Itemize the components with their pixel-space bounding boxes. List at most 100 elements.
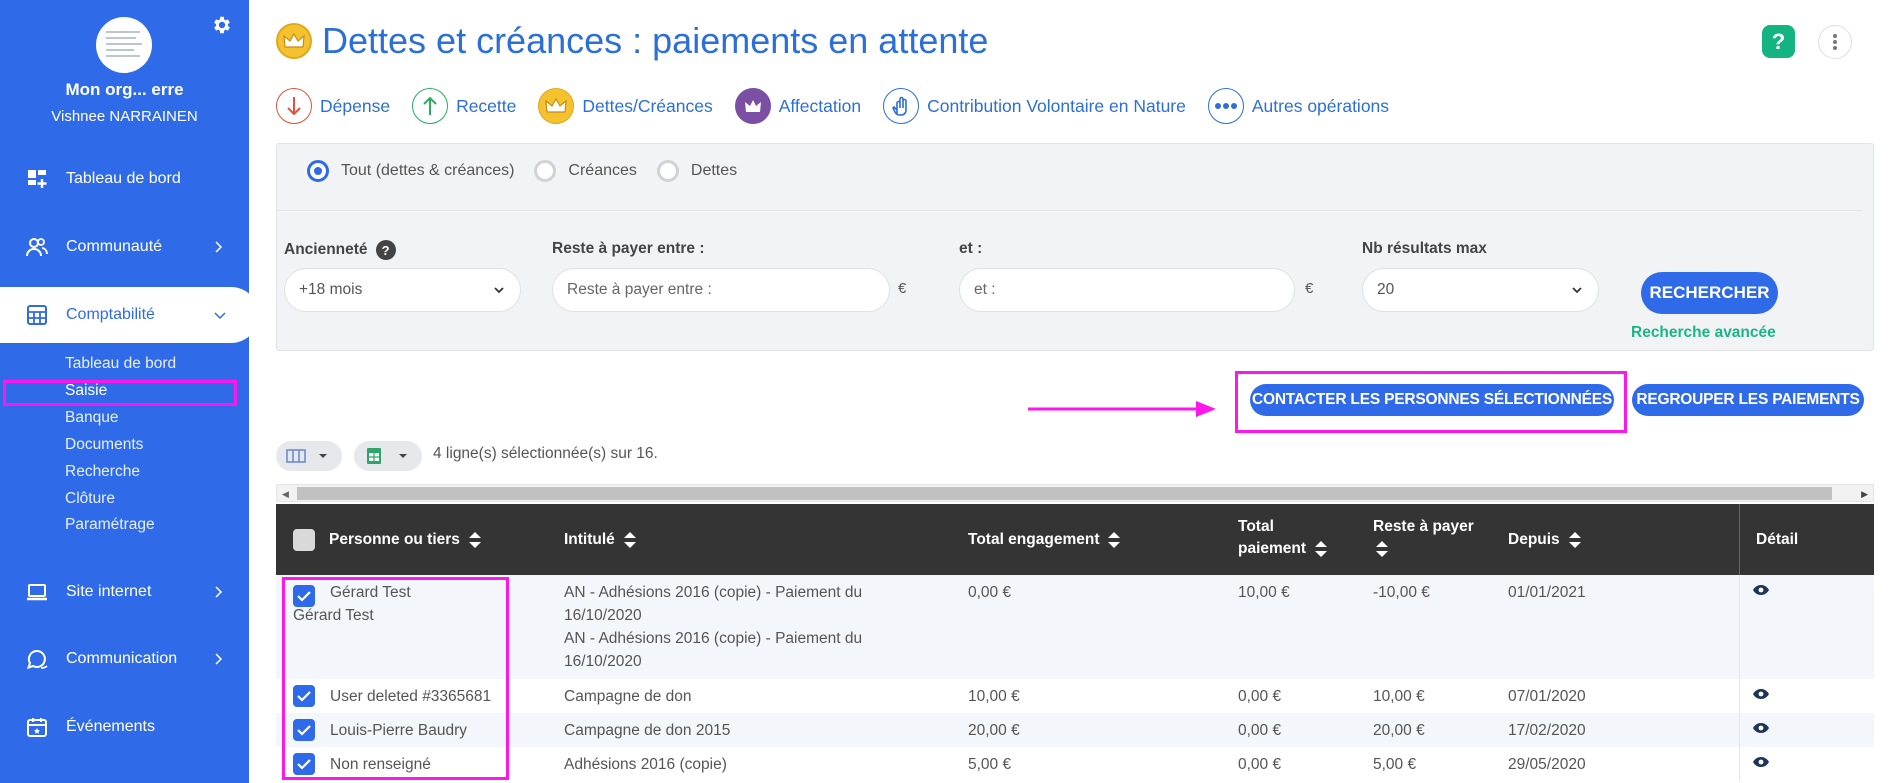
operation-contribution-nature[interactable]: Contribution Volontaire en Nature	[883, 88, 1186, 124]
scroll-right-icon[interactable]: ▶	[1861, 489, 1868, 500]
nav-item-community[interactable]: Communauté	[0, 219, 249, 275]
subnav-parametrage[interactable]: Paramétrage	[65, 516, 155, 534]
radio-label: Dettes	[690, 162, 738, 179]
subnav-documents[interactable]: Documents	[65, 436, 143, 454]
subnav-dashboard[interactable]: Tableau de bord	[65, 355, 176, 373]
column-depuis-label: Depuis	[1508, 530, 1560, 548]
chevron-down-icon	[494, 287, 504, 294]
cell-depuis: 29/05/2020	[1508, 756, 1586, 773]
reste-max-input[interactable]: et :	[959, 268, 1295, 312]
column-detail: Détail	[1756, 530, 1799, 548]
intitule-line: 16/10/2020	[564, 607, 642, 624]
horizontal-scrollbar[interactable]: ◀ ▶	[276, 484, 1874, 502]
nav-item-accounting[interactable]: Comptabilité	[0, 287, 259, 343]
operation-label: Dépense	[320, 95, 391, 116]
calculator-icon	[27, 305, 47, 325]
more-options-button[interactable]	[1818, 25, 1852, 59]
export-button[interactable]	[354, 441, 422, 471]
user-name: Vishnee NARRAINEN	[51, 108, 198, 125]
operation-label: Recette	[456, 95, 517, 116]
table-row[interactable]: Gérard Test Gérard Test AN - Adhésions 2…	[276, 575, 1874, 679]
sort-icon	[1568, 531, 1581, 548]
operation-recette[interactable]: Recette	[412, 88, 516, 124]
eye-icon[interactable]	[1752, 584, 1770, 596]
group-payments-button[interactable]: REGROUPER LES PAIEMENTS	[1632, 384, 1864, 416]
column-total-engagement[interactable]: Total engagement	[968, 504, 1121, 575]
anciennete-select[interactable]: +18 mois	[284, 268, 521, 312]
cell-paiement: 10,00 €	[1238, 584, 1290, 601]
divider	[277, 210, 1862, 211]
search-button[interactable]: RECHERCHER	[1641, 272, 1778, 314]
nav-item-dashboard[interactable]: Tableau de bord	[0, 151, 249, 207]
radio-creances[interactable]	[534, 160, 557, 182]
column-total-paiement[interactable]: Total paiement	[1238, 504, 1328, 575]
operation-label: Contribution Volontaire en Nature	[927, 95, 1186, 116]
nb-results-select[interactable]: 20	[1362, 268, 1599, 312]
column-reste[interactable]: Reste à payer	[1373, 504, 1474, 575]
sort-icon	[1108, 531, 1121, 548]
radio-label: Créances	[568, 162, 637, 179]
subnav-recherche[interactable]: Recherche	[65, 463, 140, 481]
radio-dettes[interactable]	[656, 160, 679, 182]
subnav-cloture[interactable]: Clôture	[65, 490, 115, 508]
scroll-left-icon[interactable]: ◀	[282, 489, 289, 500]
cell-depuis: 01/01/2021	[1508, 584, 1586, 601]
table-row[interactable]: User deleted #3365681 Campagne de don 10…	[276, 679, 1874, 713]
subnav-banque[interactable]: Banque	[65, 409, 118, 427]
vertical-dots-icon	[1833, 34, 1837, 50]
crown-icon	[538, 88, 575, 124]
question-icon[interactable]: ?	[375, 240, 396, 260]
scrollbar-thumb[interactable]	[297, 487, 1832, 500]
column-separator	[1739, 747, 1740, 781]
cell-intitule: AN - Adhésions 2016 (copie) - Paiement d…	[564, 581, 894, 673]
sort-icon	[468, 531, 481, 548]
cell-depuis: 17/02/2020	[1508, 722, 1586, 739]
column-person[interactable]: Personne ou tiers	[293, 504, 482, 575]
nav-label: Communauté	[66, 238, 163, 255]
currency-symbol: €	[1305, 280, 1314, 297]
cell-paiement: 0,00 €	[1238, 756, 1282, 773]
column-paiement-label-line2: paiement	[1238, 540, 1307, 557]
eye-icon[interactable]	[1752, 688, 1770, 700]
nav-item-events[interactable]: Événements	[0, 699, 249, 755]
column-separator	[1739, 575, 1740, 679]
reste-min-input[interactable]: Reste à payer entre :	[552, 268, 890, 312]
advanced-search-link[interactable]: Recherche avancée	[1631, 324, 1776, 342]
chat-icon	[26, 649, 48, 670]
operations-bar: Dépense Recette Dettes/Créances Affectat…	[276, 88, 1411, 124]
cell-reste: -10,00 €	[1373, 584, 1430, 601]
column-separator	[1739, 713, 1740, 747]
table-row[interactable]: Non renseigné Adhésions 2016 (copie) 5,0…	[276, 747, 1874, 781]
cell-paiement: 0,00 €	[1238, 722, 1282, 739]
table-row[interactable]: Louis-Pierre Baudry Campagne de don 2015…	[276, 713, 1874, 747]
sort-icon	[623, 531, 636, 548]
nav-item-communication[interactable]: Communication	[0, 631, 249, 687]
help-button[interactable]: ?	[1762, 25, 1795, 58]
settings-gear-icon[interactable]	[211, 14, 233, 36]
operation-dettes-creances[interactable]: Dettes/Créances	[538, 88, 713, 124]
radio-tout[interactable]	[307, 160, 329, 182]
operation-depense[interactable]: Dépense	[276, 88, 390, 124]
arrow-down-icon	[276, 88, 312, 124]
nav-item-website[interactable]: Site internet	[0, 564, 249, 620]
cell-intitule: Campagne de don 2015	[564, 722, 731, 739]
eye-icon[interactable]	[1752, 722, 1770, 734]
intitule-line: AN - Adhésions 2016 (copie) - Paiement d…	[564, 630, 863, 647]
nav-label: Événements	[66, 718, 155, 735]
operation-autres[interactable]: Autres opérations	[1207, 88, 1389, 124]
select-all-checkbox[interactable]	[293, 528, 315, 551]
table-header: Personne ou tiers Intitulé Total engagem…	[276, 504, 1874, 575]
columns-button[interactable]	[276, 441, 342, 471]
contact-selected-button[interactable]: CONTACTER LES PERSONNES SÉLECTIONNÉES	[1250, 384, 1614, 416]
nav-label: Communication	[66, 650, 178, 667]
column-intitule[interactable]: Intitulé	[564, 504, 637, 575]
column-depuis[interactable]: Depuis	[1508, 504, 1582, 575]
nav-label: Tableau de bord	[66, 170, 181, 187]
operation-affectation[interactable]: Affectation	[734, 88, 861, 124]
organization-avatar[interactable]	[96, 17, 152, 73]
column-intitule-label: Intitulé	[564, 530, 615, 548]
type-radio-group: Tout (dettes & créances) Créances Dettes	[307, 160, 757, 182]
eye-icon[interactable]	[1752, 756, 1770, 768]
anciennete-value: +18 mois	[299, 281, 363, 298]
caret-down-icon	[319, 454, 327, 458]
